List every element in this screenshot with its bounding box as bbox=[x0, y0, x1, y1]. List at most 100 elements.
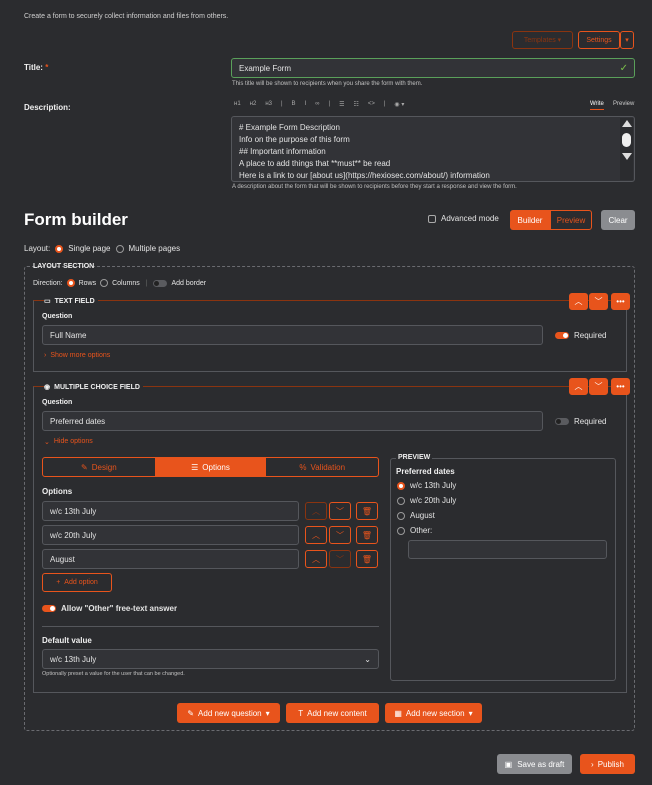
preview-radio[interactable] bbox=[397, 511, 405, 520]
templates-button[interactable]: Templates ▾ bbox=[512, 31, 573, 49]
more-options-button[interactable]: ••• bbox=[611, 293, 630, 310]
preview-button[interactable]: Preview bbox=[550, 210, 592, 230]
default-value-label: Default value bbox=[42, 636, 92, 645]
preview-other-input[interactable] bbox=[408, 540, 607, 559]
more-options-button[interactable]: ••• bbox=[611, 378, 630, 395]
chevron-down-icon: ⌄ bbox=[44, 439, 50, 446]
settings-button[interactable]: Settings bbox=[578, 31, 620, 49]
title-hint: This title will be shown to recipients w… bbox=[232, 81, 423, 87]
hide-options-link[interactable]: ⌄ Hide options bbox=[44, 438, 93, 446]
option-down-button[interactable]: ﹀ bbox=[329, 526, 351, 544]
title-label: Title: * bbox=[24, 63, 49, 72]
allow-other-toggle[interactable] bbox=[42, 605, 56, 612]
code-icon[interactable]: <> bbox=[368, 101, 375, 108]
textarea-scrollbar[interactable] bbox=[620, 118, 633, 180]
single-page-radio[interactable] bbox=[55, 244, 64, 253]
option-down-button[interactable]: ﹀ bbox=[329, 550, 351, 568]
show-more-options-link[interactable]: › Show more options bbox=[44, 352, 110, 359]
chevron-right-icon: › bbox=[44, 352, 47, 359]
heading2-icon[interactable]: ʜ2 bbox=[250, 101, 257, 108]
required-toggle[interactable] bbox=[555, 418, 569, 425]
add-new-section-button[interactable]: ▦ Add new section ▾ bbox=[385, 703, 482, 723]
tab-write[interactable]: Write bbox=[590, 101, 604, 110]
bullet-list-icon[interactable]: ☰ bbox=[339, 101, 344, 108]
text-field-heading: ▭ TEXT FIELD bbox=[44, 297, 98, 305]
add-option-button[interactable]: + Add option bbox=[42, 573, 112, 592]
publish-button[interactable]: › Publish bbox=[580, 754, 635, 774]
markdown-toolbar: ʜ1 ʜ2 ʜ3 | B I ∞ | ☰ ☷ <> | ◉ ▾ bbox=[234, 101, 405, 108]
default-value-select[interactable]: w/c 13th July ⌄ bbox=[42, 649, 379, 669]
trash-icon[interactable]: 🗑 bbox=[356, 550, 378, 568]
form-builder-heading: Form builder bbox=[24, 210, 128, 229]
multiple-choice-heading: ◉ MULTIPLE CHOICE FIELD bbox=[44, 383, 143, 391]
option-up-button[interactable]: ︿ bbox=[305, 526, 327, 544]
move-down-button[interactable]: ﹀ bbox=[589, 293, 608, 310]
heading3-icon[interactable]: ʜ3 bbox=[265, 101, 272, 108]
advanced-mode-checkbox[interactable]: Advanced mode bbox=[428, 214, 499, 223]
description-line: Here is a link to our [about us](https:/… bbox=[239, 171, 490, 180]
add-new-content-button[interactable]: T Add new content bbox=[286, 703, 379, 723]
text-field-icon: ▭ bbox=[44, 298, 51, 305]
builder-button[interactable]: Builder bbox=[510, 210, 550, 230]
required-toggle[interactable] bbox=[555, 332, 569, 339]
trash-icon[interactable]: 🗑 bbox=[356, 502, 378, 520]
heading1-icon[interactable]: ʜ1 bbox=[234, 101, 241, 108]
preview-choice[interactable]: w/c 13th July bbox=[397, 481, 456, 490]
bold-icon[interactable]: B bbox=[292, 101, 296, 108]
option-down-button[interactable]: ﹀ bbox=[329, 502, 351, 520]
chevron-right-icon: › bbox=[591, 759, 594, 769]
option-input[interactable]: August bbox=[42, 549, 299, 569]
preview-radio[interactable] bbox=[397, 496, 405, 505]
save-draft-button[interactable]: ▣ Save as draft bbox=[497, 754, 572, 774]
option-tabs: ✎ Design ☰ Options % Validation bbox=[42, 457, 379, 477]
save-icon: ▣ bbox=[504, 759, 513, 769]
question-label: Question bbox=[42, 313, 73, 320]
option-input[interactable]: w/c 13th July bbox=[42, 501, 299, 521]
option-up-button[interactable]: ︿ bbox=[305, 502, 327, 520]
description-textarea[interactable]: # Example Form Description Info on the p… bbox=[231, 116, 635, 182]
preview-choice[interactable]: Other: bbox=[397, 526, 432, 535]
direction-options: Direction: Rows Columns | Add border bbox=[33, 279, 207, 287]
move-down-button[interactable]: ﹀ bbox=[589, 378, 608, 395]
title-input[interactable]: Example Form ✓ bbox=[231, 58, 635, 78]
add-new-question-button[interactable]: ✎ Add new question ▾ bbox=[177, 703, 280, 723]
text-icon: T bbox=[298, 708, 304, 718]
preview-panel bbox=[390, 458, 616, 681]
tab-design[interactable]: ✎ Design bbox=[43, 458, 155, 476]
link-icon[interactable]: ∞ bbox=[315, 101, 319, 108]
tab-preview[interactable]: Preview bbox=[613, 101, 634, 107]
add-border-toggle[interactable] bbox=[153, 279, 168, 287]
tab-validation[interactable]: % Validation bbox=[266, 458, 378, 476]
preview-heading: PREVIEW bbox=[396, 454, 433, 461]
settings-dropdown-button[interactable]: ▾ bbox=[620, 31, 634, 49]
preview-choice[interactable]: August bbox=[397, 511, 435, 520]
eye-icon[interactable]: ◉ ▾ bbox=[394, 101, 404, 108]
tab-options[interactable]: ☰ Options bbox=[154, 458, 267, 476]
required-toggle-row[interactable]: Required bbox=[555, 331, 606, 340]
allow-other-row[interactable]: Allow "Other" free-text answer bbox=[42, 604, 177, 613]
percent-icon: % bbox=[299, 462, 307, 472]
default-value-hint: Optionally preset a value for the user t… bbox=[42, 671, 185, 677]
move-up-button[interactable]: ︿ bbox=[569, 293, 588, 310]
clear-button[interactable]: Clear bbox=[601, 210, 635, 230]
preview-choice[interactable]: w/c 20th July bbox=[397, 496, 456, 505]
page-subtitle: Create a form to securely collect inform… bbox=[24, 13, 229, 20]
preview-radio[interactable] bbox=[397, 526, 405, 535]
rows-radio[interactable] bbox=[66, 279, 75, 287]
numbered-list-icon[interactable]: ☷ bbox=[353, 101, 358, 108]
trash-icon[interactable]: 🗑 bbox=[356, 526, 378, 544]
move-up-button[interactable]: ︿ bbox=[569, 378, 588, 395]
question-input[interactable]: Full Name bbox=[42, 325, 543, 345]
description-line: A place to add things that **must** be r… bbox=[239, 159, 391, 168]
option-input[interactable]: w/c 20th July bbox=[42, 525, 299, 545]
italic-icon[interactable]: I bbox=[305, 101, 307, 108]
layout-options: Layout: Single page Multiple pages bbox=[24, 244, 181, 253]
required-toggle-row[interactable]: Required bbox=[555, 417, 606, 426]
preview-radio[interactable] bbox=[397, 481, 405, 490]
multiple-pages-radio[interactable] bbox=[115, 244, 124, 253]
columns-radio[interactable] bbox=[100, 279, 109, 287]
grid-icon: ▦ bbox=[394, 708, 402, 718]
description-line: # Example Form Description bbox=[239, 123, 340, 132]
option-up-button[interactable]: ︿ bbox=[305, 550, 327, 568]
question-input[interactable]: Preferred dates bbox=[42, 411, 543, 431]
